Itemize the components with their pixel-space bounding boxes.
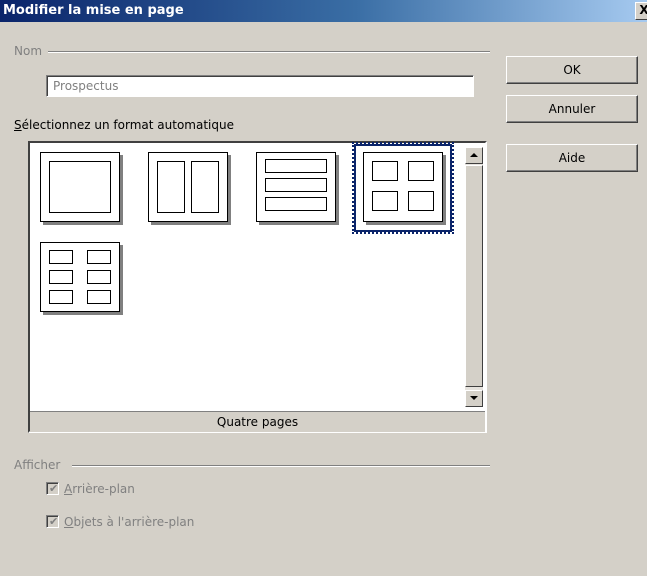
page-cell: [87, 290, 111, 304]
title-bar: Modifier la mise en page X: [0, 0, 647, 22]
layout-caption: Quatre pages: [30, 411, 485, 432]
layout-six-pages[interactable]: [36, 239, 124, 319]
background-objects-option[interactable]: ✔ Objets à l'arrière-plan: [46, 515, 194, 529]
format-label-mnemonic: S: [14, 118, 22, 132]
background-checkbox[interactable]: ✔: [46, 482, 59, 495]
layout-three-pages[interactable]: [252, 149, 340, 229]
display-group-label: Afficher: [14, 458, 61, 472]
page-cell: [408, 191, 434, 211]
cancel-button[interactable]: Annuler: [506, 95, 638, 123]
background-mnemonic: A: [64, 482, 73, 496]
close-button[interactable]: X: [635, 2, 647, 20]
checkmark-icon: ✔: [49, 482, 59, 495]
close-icon: X: [639, 3, 647, 17]
page-cell: [408, 161, 434, 181]
scroll-thumb[interactable]: [465, 165, 483, 387]
name-group-label: Nom: [14, 44, 43, 58]
layout-scrollbar[interactable]: [465, 147, 483, 407]
page-cell: [157, 161, 185, 213]
layout-preview: [256, 152, 336, 222]
page-cell: [191, 161, 219, 213]
arrow-up-icon: [470, 153, 478, 157]
page-cell: [265, 178, 327, 192]
layout-preview: [148, 152, 228, 222]
layout-two-pages[interactable]: [144, 149, 232, 229]
window-title: Modifier la mise en page: [3, 3, 184, 18]
background-objects-label: bjets à l'arrière-plan: [73, 515, 195, 529]
page-cell: [49, 250, 73, 264]
ok-button[interactable]: OK: [506, 56, 638, 84]
page-cell: [49, 290, 73, 304]
page-cell: [265, 159, 327, 173]
page-cell: [49, 161, 111, 213]
scroll-up-button[interactable]: [465, 147, 483, 164]
layout-list[interactable]: Quatre pages: [28, 141, 487, 433]
background-option[interactable]: ✔ Arrière-plan: [46, 482, 135, 496]
page-cell: [265, 197, 327, 211]
format-label-text: électionnez un format automatique: [21, 118, 234, 132]
name-field[interactable]: Prospectus: [46, 75, 474, 97]
display-group-divider: [72, 465, 490, 467]
page-cell: [49, 270, 73, 284]
layout-preview: [40, 242, 120, 312]
page-cell: [372, 161, 398, 181]
format-section-label: Sélectionnez un format automatique: [14, 118, 234, 132]
name-group-divider: [48, 51, 490, 53]
background-label: rrière-plan: [72, 482, 135, 496]
arrow-down-icon: [470, 396, 478, 400]
layout-one-page[interactable]: [36, 149, 124, 229]
checkmark-icon: ✔: [49, 515, 59, 528]
layout-four-pages[interactable]: [352, 142, 454, 234]
page-cell: [87, 250, 111, 264]
scroll-down-button[interactable]: [465, 390, 483, 407]
page-cell: [87, 270, 111, 284]
help-button[interactable]: Aide: [506, 144, 638, 172]
background-objects-checkbox[interactable]: ✔: [46, 515, 59, 528]
layout-preview: [40, 152, 120, 222]
layout-preview: [363, 152, 443, 222]
page-cell: [372, 191, 398, 211]
